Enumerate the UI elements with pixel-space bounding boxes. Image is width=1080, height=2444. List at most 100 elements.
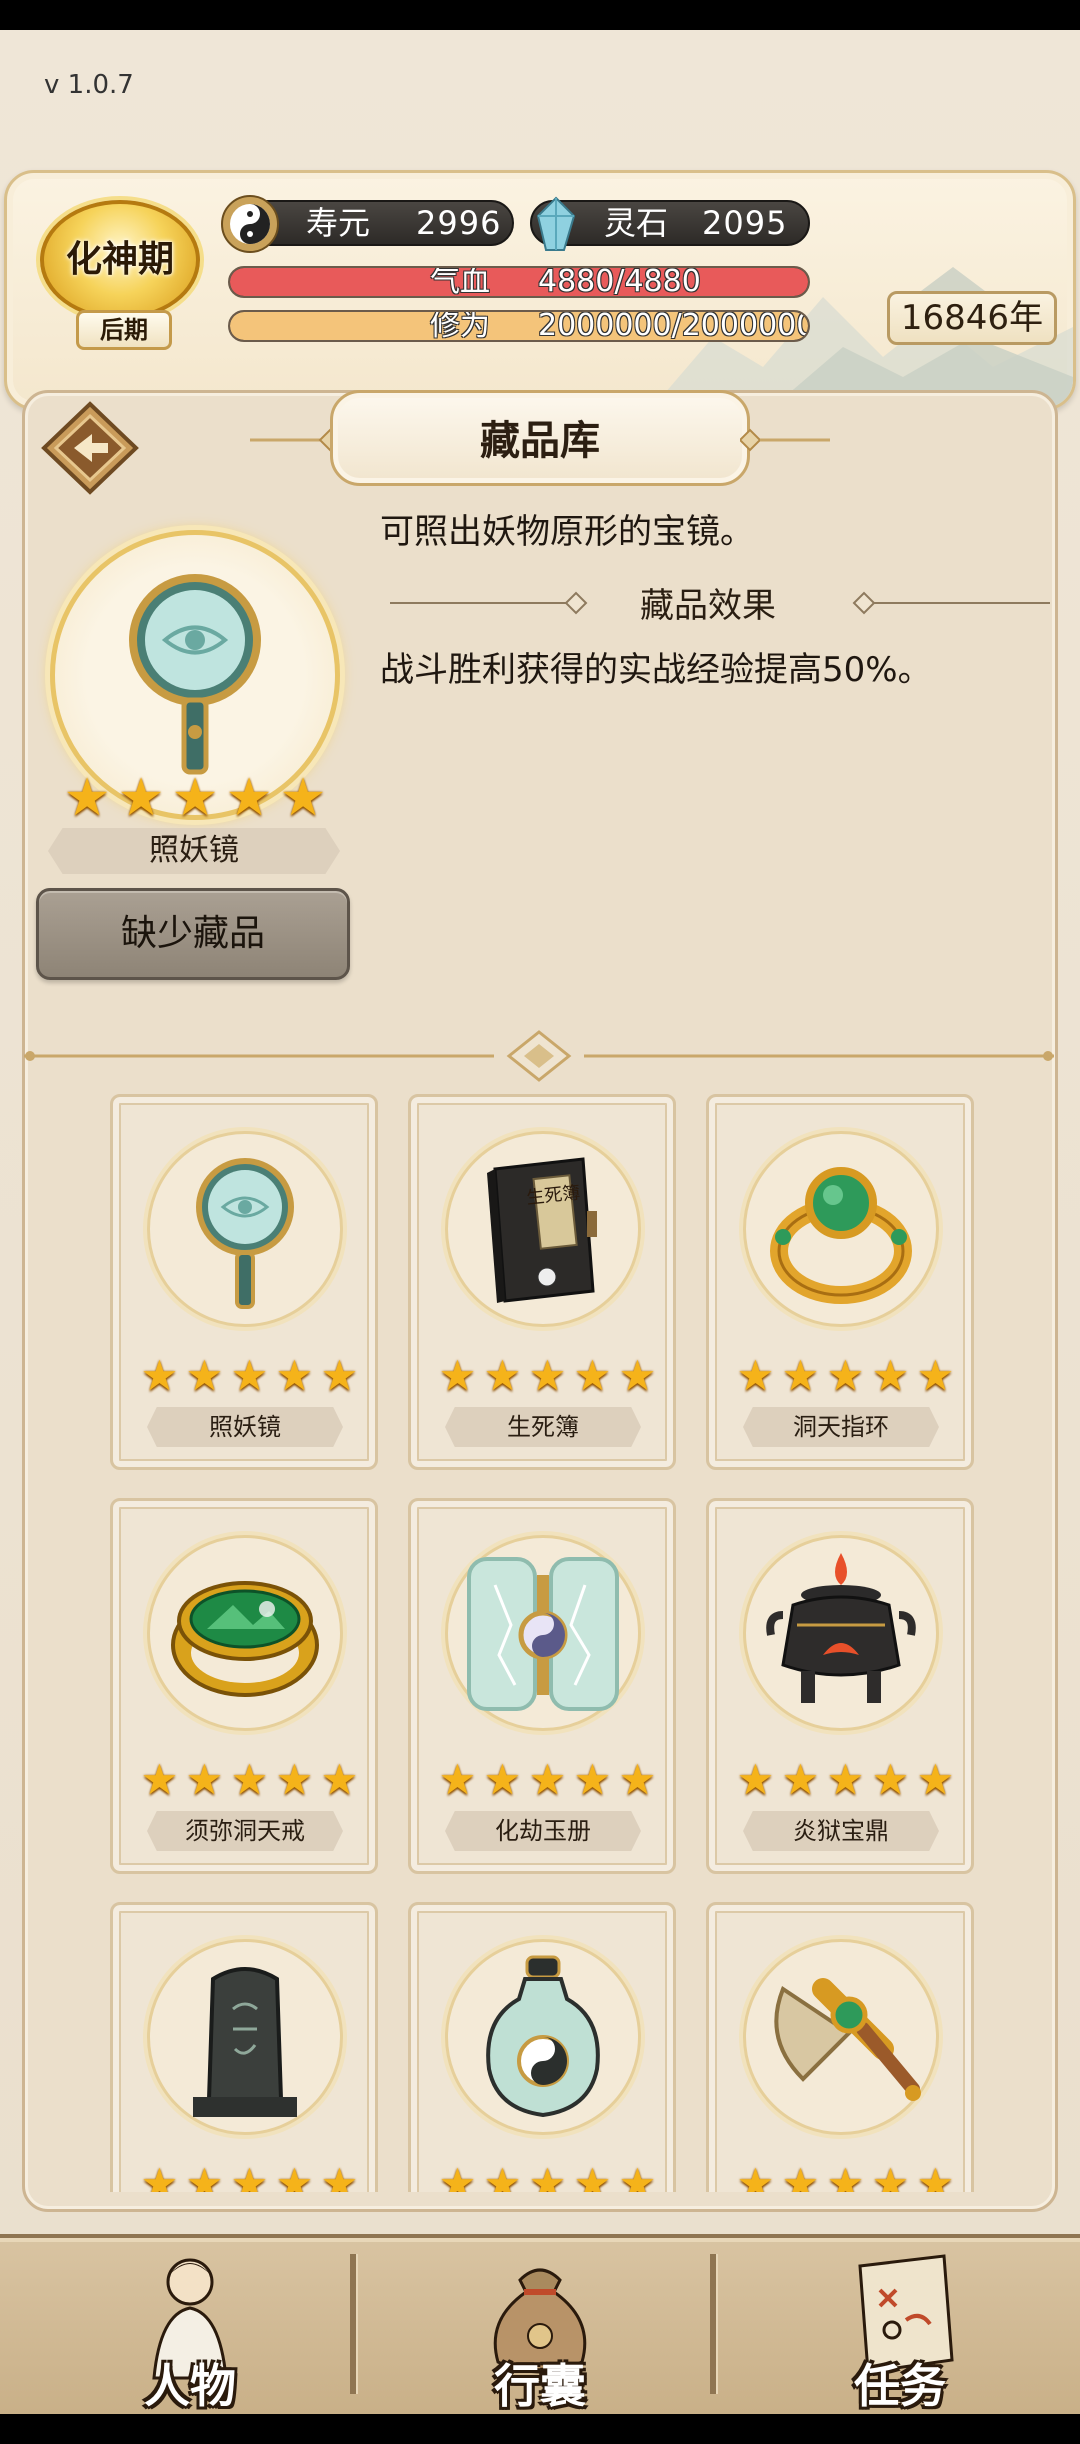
star-icon: ★ <box>117 768 165 828</box>
star-icon: ★ <box>871 1351 910 1400</box>
star-icon: ★ <box>528 2159 567 2193</box>
star-icon: ★ <box>320 1755 359 1804</box>
nav-item-label: 任务 <box>854 2359 946 2413</box>
star-icon: ★ <box>826 1351 865 1400</box>
star-icon: ★ <box>781 1755 820 1804</box>
collection-grid: ★ ★ ★ ★ ★ 照妖镜 生死簿 ★ ★ ★ ★ ★ 生死簿 ★ ★ ★ ★ ★ 洞天指环 <box>22 1084 1058 2192</box>
star-icon: ★ <box>871 2159 910 2193</box>
effect-header: 藏品效果 <box>390 578 1050 628</box>
item-name: 须弥洞天戒 <box>147 1811 343 1851</box>
item-star-rating: ★ ★ ★ ★ ★ <box>733 2159 958 2193</box>
featured-star-rating: ★ ★ ★ ★ ★ <box>60 772 330 824</box>
nav-item-tasks[interactable]: 任务 <box>800 2250 1000 2413</box>
lifespan-pill: 寿元 2996 <box>221 195 514 253</box>
star-icon: ★ <box>483 2159 522 2193</box>
star-icon: ★ <box>573 1755 612 1804</box>
spirit-stone-pill: 灵石 2095 <box>530 196 810 251</box>
item-star-rating: ★ ★ ★ ★ ★ <box>137 1759 362 1801</box>
star-icon: ★ <box>279 768 327 828</box>
vase-icon <box>486 1955 600 2118</box>
collection-card[interactable]: ★ ★ ★ ★ ★ <box>408 1902 676 2192</box>
hp-label: 气血 <box>430 266 490 298</box>
star-icon: ★ <box>618 1755 657 1804</box>
nav-item-label: 人物 <box>144 2359 236 2413</box>
item-star-rating: ★ ★ ★ ★ ★ <box>733 1759 958 1801</box>
collection-card[interactable]: ★ ★ ★ ★ ★ 须弥洞天戒 <box>110 1498 378 1874</box>
star-icon: ★ <box>916 1351 955 1400</box>
star-icon: ★ <box>140 2159 179 2193</box>
star-icon: ★ <box>230 2159 269 2193</box>
realm-name: 化神期 <box>65 238 174 280</box>
star-icon: ★ <box>573 1351 612 1400</box>
star-icon: ★ <box>528 1755 567 1804</box>
section-divider <box>24 1030 1054 1082</box>
effect-ornament-right <box>852 591 1050 615</box>
nav-item-bag[interactable]: 行囊 <box>440 2250 640 2413</box>
item-name: 洞天指环 <box>743 1407 939 1447</box>
star-icon: ★ <box>736 1755 775 1804</box>
collection-card[interactable]: ★ ★ ★ ★ ★ <box>110 1902 378 2192</box>
star-icon: ★ <box>63 768 111 828</box>
star-icon: ★ <box>781 2159 820 2193</box>
year-counter: 16846年 <box>887 291 1057 345</box>
item-star-rating: ★ ★ ★ ★ ★ <box>435 1355 660 1397</box>
collection-card[interactable]: ★ ★ ★ ★ ★ 洞天指环 <box>706 1094 974 1470</box>
jade-ring-icon <box>770 1167 912 1304</box>
star-icon: ★ <box>140 1351 179 1400</box>
effect-title: 藏品效果 <box>640 586 776 626</box>
star-icon: ★ <box>916 1755 955 1804</box>
star-icon: ★ <box>826 2159 865 2193</box>
page-title: 藏品库 <box>480 418 600 464</box>
book-icon: 生死簿 <box>487 1157 597 1303</box>
back-button[interactable] <box>38 400 142 496</box>
realm-stage: 后期 <box>76 310 172 350</box>
star-icon: ★ <box>275 1755 314 1804</box>
collection-card[interactable]: ★ ★ ★ ★ ★ 炎狱宝鼎 <box>706 1498 974 1874</box>
item-name: 炎狱宝鼎 <box>743 1811 939 1851</box>
lifespan-label: 寿元 <box>306 204 371 242</box>
star-icon: ★ <box>618 2159 657 2193</box>
jade-tablet-icon <box>467 1557 619 1711</box>
collection-card[interactable]: ★ ★ ★ ★ ★ 化劫玉册 <box>408 1498 676 1874</box>
star-icon: ★ <box>826 1755 865 1804</box>
star-icon: ★ <box>573 2159 612 2193</box>
star-icon: ★ <box>438 2159 477 2193</box>
cultivation-label: 修为 <box>430 310 490 342</box>
nav-separator <box>350 2254 356 2394</box>
cauldron-icon <box>766 1553 916 1703</box>
item-description: 可照出妖物原形的宝镜。 <box>380 512 754 552</box>
spirit-stone-label: 灵石 <box>604 204 669 242</box>
star-icon: ★ <box>320 2159 359 2193</box>
star-icon: ★ <box>483 1351 522 1400</box>
star-icon: ★ <box>140 1755 179 1804</box>
star-icon: ★ <box>438 1755 477 1804</box>
item-name: 生死簿 <box>445 1407 641 1447</box>
effect-description: 战斗胜利获得的实战经验提高50%。 <box>380 650 932 690</box>
item-star-rating: ★ ★ ★ ★ ★ <box>435 2159 660 2193</box>
title-ornament-right <box>740 428 830 452</box>
star-icon: ★ <box>781 1351 820 1400</box>
star-icon: ★ <box>916 2159 955 2193</box>
axe-icon <box>774 1978 921 2101</box>
item-star-rating: ★ ★ ★ ★ ★ <box>137 1355 362 1397</box>
stele-icon <box>193 1967 297 2117</box>
nav-item-label: 行囊 <box>494 2359 586 2413</box>
nav-item-character[interactable]: 人物 <box>90 2250 290 2413</box>
item-name: 化劫玉册 <box>445 1811 641 1851</box>
cultivation-bar: 修为 2000000/2000000 <box>228 310 810 342</box>
missing-item-button[interactable]: 缺少藏品 <box>36 888 350 980</box>
star-icon: ★ <box>230 1755 269 1804</box>
collection-card[interactable]: ★ ★ ★ ★ ★ 照妖镜 <box>110 1094 378 1470</box>
star-icon: ★ <box>185 1755 224 1804</box>
star-icon: ★ <box>438 1351 477 1400</box>
collection-card[interactable]: ★ ★ ★ ★ ★ <box>706 1902 974 2192</box>
realm-badge[interactable]: 化神期 后期 <box>34 200 204 350</box>
nav-separator <box>710 2254 716 2394</box>
yin-yang-icon <box>221 195 279 253</box>
collection-card[interactable]: 生死簿 ★ ★ ★ ★ ★ 生死簿 <box>408 1094 676 1470</box>
star-icon: ★ <box>618 1351 657 1400</box>
hp-value: 4880/4880 <box>538 266 701 298</box>
star-icon: ★ <box>230 1351 269 1400</box>
mirror-icon <box>129 574 261 775</box>
featured-item-name: 照妖镜 <box>48 828 340 874</box>
